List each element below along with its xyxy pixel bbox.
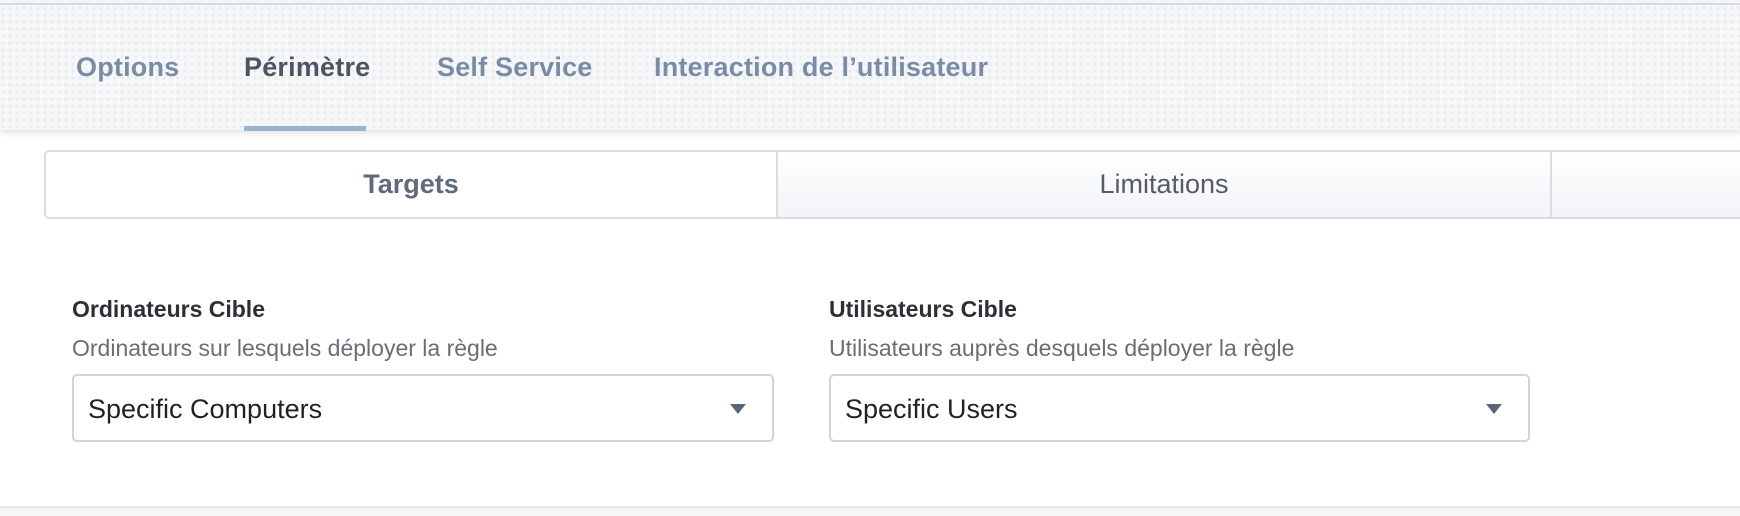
tab-perimetre[interactable]: Périmètre	[244, 52, 370, 83]
target-users-label: Utilisateurs Cible	[829, 296, 1017, 322]
chevron-down-icon	[1486, 404, 1502, 414]
content-bottom-border	[0, 506, 1740, 516]
scope-segmented-control: Targets Limitations	[44, 150, 1740, 219]
active-tab-indicator	[244, 126, 366, 131]
tab-bar: Options Périmètre Self Service Interacti…	[0, 5, 1740, 131]
chevron-down-icon	[730, 404, 746, 414]
segment-targets[interactable]: Targets	[46, 152, 776, 217]
target-computers-label: Ordinateurs Cible	[72, 296, 265, 322]
target-users-select[interactable]: Specific Users	[829, 374, 1530, 442]
target-users-description: Utilisateurs auprès desquels déployer la…	[829, 335, 1295, 361]
target-computers-select[interactable]: Specific Computers	[72, 374, 774, 442]
target-users-value: Specific Users	[845, 394, 1018, 424]
target-computers-value: Specific Computers	[88, 394, 323, 424]
tab-self-service[interactable]: Self Service	[437, 52, 593, 83]
segment-more[interactable]	[1550, 152, 1740, 217]
target-computers-description: Ordinateurs sur lesquels déployer la règ…	[72, 335, 498, 361]
tab-options[interactable]: Options	[76, 52, 179, 83]
tab-interaction-utilisateur[interactable]: Interaction de l’utilisateur	[654, 52, 988, 83]
segment-limitations[interactable]: Limitations	[776, 152, 1550, 217]
